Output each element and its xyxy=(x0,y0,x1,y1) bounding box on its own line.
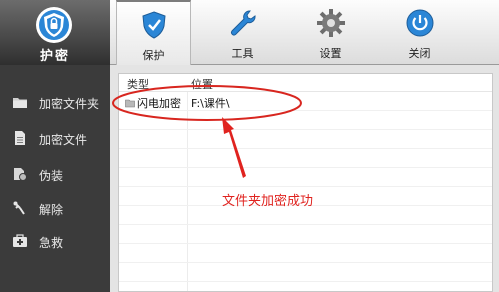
sidebar-item-encrypt-file[interactable]: 加密文件 xyxy=(0,125,110,151)
main-panel: 类型 位置 闪电加密 F:\课件\ xyxy=(110,65,499,292)
table-row-empty xyxy=(119,169,492,187)
app-logo-label: 护密 xyxy=(39,49,70,64)
shield-icon xyxy=(141,11,166,39)
tab-close[interactable]: 关闭 xyxy=(382,0,457,65)
tab-protect-label: 保护 xyxy=(142,49,165,62)
sidebar-item-label: 急救 xyxy=(39,236,64,250)
column-header-location[interactable]: 位置 xyxy=(191,76,213,92)
row-location-cell: F:\课件\ xyxy=(191,97,230,110)
tab-tools[interactable]: 工具 xyxy=(205,0,280,65)
sidebar-item-first-aid[interactable]: 急救 xyxy=(0,228,110,254)
app-logo: 护密 xyxy=(0,0,110,65)
annotation-text: 文件夹加密成功 xyxy=(222,194,314,209)
tab-close-label: 关闭 xyxy=(408,47,431,60)
encrypted-folder-icon xyxy=(125,99,135,108)
power-icon xyxy=(406,9,433,37)
folder-icon xyxy=(13,98,27,108)
sidebar-item-label: 伪装 xyxy=(39,169,64,183)
table-row-empty xyxy=(119,112,492,130)
table-row[interactable]: 闪电加密 F:\课件\ xyxy=(119,93,492,111)
unlock-icon xyxy=(13,201,25,215)
table-row-empty xyxy=(119,207,492,225)
sidebar-item-encrypt-folder[interactable]: 加密文件夹 xyxy=(0,89,110,115)
wrench-icon xyxy=(230,10,256,36)
table-row-empty xyxy=(119,245,492,263)
tab-tools-label: 工具 xyxy=(231,47,254,60)
sidebar-item-unlock[interactable]: 解除 xyxy=(0,195,110,221)
table-row-empty xyxy=(119,264,492,282)
table-row-empty xyxy=(119,150,492,168)
row-type-text: 闪电加密 xyxy=(137,97,181,110)
tab-settings[interactable]: 设置 xyxy=(293,0,368,65)
first-aid-icon xyxy=(13,234,27,247)
file-icon xyxy=(15,131,25,145)
sidebar-item-label: 解除 xyxy=(39,203,64,217)
table-row-empty xyxy=(119,131,492,149)
disguise-icon xyxy=(14,168,27,181)
list-header: 类型 位置 xyxy=(119,74,492,92)
lock-shield-icon xyxy=(36,7,72,43)
encrypted-items-list[interactable]: 类型 位置 闪电加密 F:\课件\ xyxy=(118,73,493,292)
sidebar-item-disguise[interactable]: 伪装 xyxy=(0,161,110,187)
tab-settings-label: 设置 xyxy=(319,47,342,60)
sidebar-item-label: 加密文件 xyxy=(39,133,88,147)
column-header-type[interactable]: 类型 xyxy=(127,76,149,92)
row-type-cell: 闪电加密 xyxy=(125,95,181,111)
gear-icon xyxy=(316,9,345,37)
table-row-empty xyxy=(119,226,492,244)
tab-protect[interactable]: 保护 xyxy=(116,0,191,65)
toolbar: 护密 保护 工具 设置 关闭 xyxy=(0,0,499,65)
sidebar: 加密文件夹 加密文件 伪装 解除 急救 xyxy=(0,65,110,292)
sidebar-item-label: 加密文件夹 xyxy=(39,97,100,111)
